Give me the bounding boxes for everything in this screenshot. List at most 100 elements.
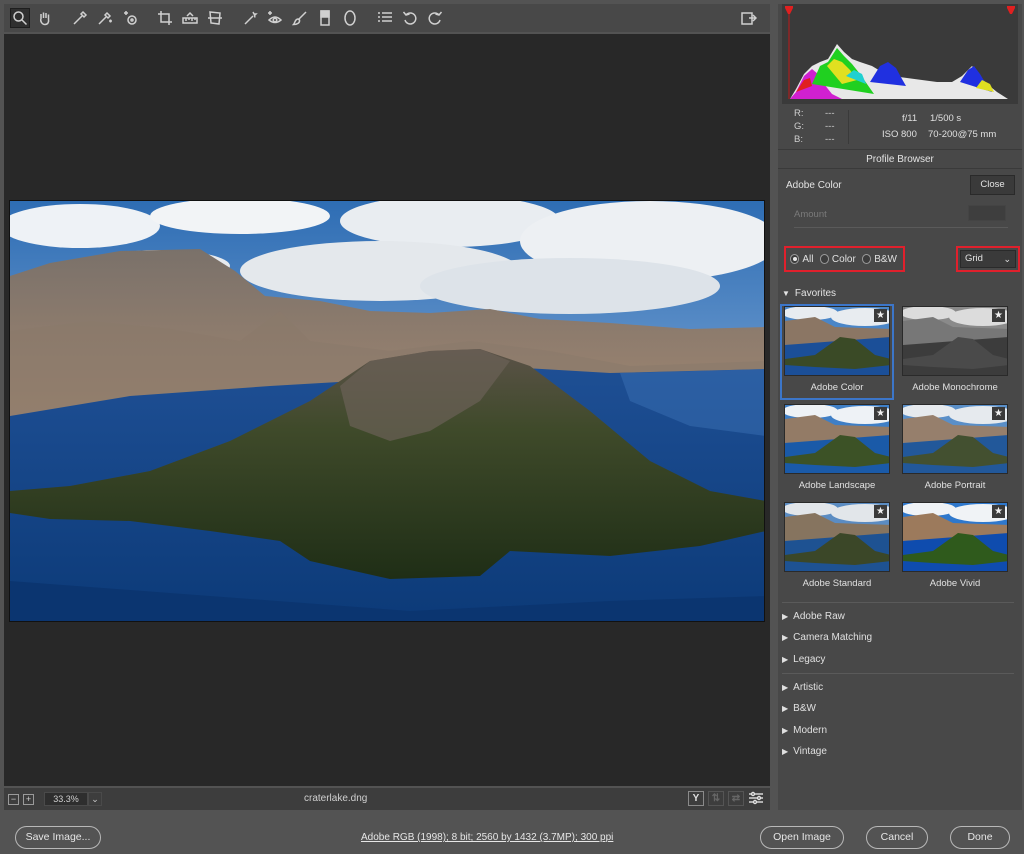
image-preview-area[interactable] [4,34,770,786]
zoom-level-field[interactable]: 33.3% [44,792,88,806]
collapsed-triangle-icon: ▶ [782,633,789,642]
group-label: B&W [793,703,816,714]
profile-thumbnail[interactable]: ★ [784,502,890,572]
collapsed-triangle-icon: ▶ [782,683,789,692]
favorite-star-icon[interactable]: ★ [992,505,1005,518]
b-label: B: [794,134,803,145]
filter-bw-label[interactable]: B&W [874,254,897,265]
group-camera-matching[interactable]: ▶ Camera Matching [782,632,872,643]
chevron-down-icon: ⌄ [1003,254,1011,264]
filter-color-label[interactable]: Color [832,254,856,265]
highlight-clipping-icon [1007,6,1015,14]
group-label: Modern [793,725,828,736]
profile-thumbnail[interactable]: ★ [784,404,890,474]
camera-raw-window: − + 33.3% ⌄ craterlake.dng Y ⇅ ⇄ R: --- … [0,0,1024,854]
swap-settings-icon: ⇅ [708,791,724,806]
group-artistic[interactable]: ▶ Artistic [782,682,823,693]
profile-thumbnail-label: Adobe Standard [802,578,872,589]
filter-all-label[interactable]: All [802,254,813,265]
group-modern[interactable]: ▶ Modern [782,725,827,736]
group-label: Artistic [793,682,824,693]
favorite-star-icon[interactable]: ★ [874,505,887,518]
open-image-button[interactable]: Open Image [760,826,844,849]
cancel-button[interactable]: Cancel [866,826,928,849]
amount-label: Amount [794,209,827,220]
graduated-filter-icon[interactable] [315,8,335,28]
before-after-toggle-button[interactable]: Y [688,791,704,806]
favorite-star-icon[interactable]: ★ [874,407,887,420]
file-name: craterlake.dng [304,793,368,804]
status-bar: − + 33.3% ⌄ craterlake.dng Y ⇅ ⇄ [4,788,770,810]
profile-thumbnail[interactable]: ★ [902,404,1008,474]
white-balance-icon[interactable] [70,8,90,28]
r-value: --- [825,108,835,119]
toggle-fullscreen-icon[interactable] [739,8,759,28]
adjustment-brush-icon[interactable] [290,8,310,28]
collapsed-triangle-icon: ▶ [782,747,789,756]
profile-thumbnail-label: Adobe Color [810,382,864,393]
straighten-icon[interactable] [180,8,200,28]
chevron-down-icon[interactable]: ⌄ [88,792,102,806]
spot-removal-icon[interactable] [240,8,260,28]
done-button[interactable]: Done [950,826,1010,849]
collapsed-triangle-icon: ▶ [782,612,789,621]
favorites-group-header[interactable]: ▼ Favorites [782,288,836,299]
view-mode-select[interactable]: Grid ⌄ [960,250,1016,268]
amount-field [968,205,1006,221]
zoom-in-button[interactable]: + [23,793,34,805]
zoom-icon[interactable] [10,8,30,28]
histogram[interactable] [782,4,1018,104]
group-adobe-raw[interactable]: ▶ Adobe Raw [782,611,845,622]
transform-icon[interactable] [205,8,225,28]
preview-photo[interactable] [9,200,765,622]
pixel-readout: R: --- G: --- B: --- f/11 1/500 s ISO 80… [778,104,1022,150]
group-label: Adobe Raw [793,611,845,622]
expanded-triangle-icon: ▼ [782,289,790,298]
group-legacy[interactable]: ▶ Legacy [782,654,825,665]
shutter-value: 1/500 s [930,113,962,124]
close-button[interactable]: Close [970,175,1015,195]
group-bw[interactable]: ▶ B&W [782,703,816,714]
bottom-bar: Save Image... Adobe RGB (1998); 8 bit; 2… [0,812,1024,854]
r-label: R: [794,108,804,119]
profile-thumbnail-label: Adobe Monochrome [912,382,998,393]
radio-color[interactable] [819,254,829,264]
radio-bw[interactable] [861,254,872,264]
crop-icon[interactable] [155,8,175,28]
group-label: Legacy [793,654,826,665]
zoom-out-button[interactable]: − [8,793,19,805]
toolbar [4,4,770,32]
profile-thumbnail[interactable]: ★ [902,502,1008,572]
radial-filter-icon[interactable] [340,8,360,28]
right-panel: R: --- G: --- B: --- f/11 1/500 s ISO 80… [778,4,1022,810]
rotate-left-icon[interactable] [400,8,420,28]
profile-thumbnail-label: Adobe Landscape [798,480,876,491]
group-label: Camera Matching [793,632,873,643]
color-sampler-icon[interactable] [95,8,115,28]
iso-value: ISO 800 [882,129,917,140]
workflow-options-link[interactable]: Adobe RGB (1998); 8 bit; 2560 by 1432 (3… [361,832,613,843]
rotate-right-icon[interactable] [425,8,445,28]
profile-thumbnail-label: Adobe Vivid [929,578,981,589]
favorite-star-icon[interactable]: ★ [874,309,887,322]
aperture-value: f/11 [902,113,918,124]
toggle-settings-icon[interactable] [748,791,764,806]
group-vintage[interactable]: ▶ Vintage [782,746,827,757]
radio-all[interactable] [790,254,800,264]
profile-thumbnail[interactable]: ★ [784,306,890,376]
b-value: --- [825,134,835,145]
collapsed-triangle-icon: ▶ [782,704,789,713]
g-label: G: [794,121,805,132]
red-eye-icon[interactable] [265,8,285,28]
favorite-star-icon[interactable]: ★ [992,407,1005,420]
favorite-star-icon[interactable]: ★ [992,309,1005,322]
view-mode-value: Grid [965,253,983,264]
panel-title: Profile Browser [778,151,1022,169]
hand-icon[interactable] [35,8,55,28]
current-profile-name: Adobe Color [786,180,842,191]
targeted-adjustment-icon[interactable] [120,8,140,28]
profile-thumbnail[interactable]: ★ [902,306,1008,376]
profile-filter-group: All Color B&W [784,246,905,272]
save-image-button[interactable]: Save Image... [15,826,101,849]
preferences-icon[interactable] [375,8,395,28]
